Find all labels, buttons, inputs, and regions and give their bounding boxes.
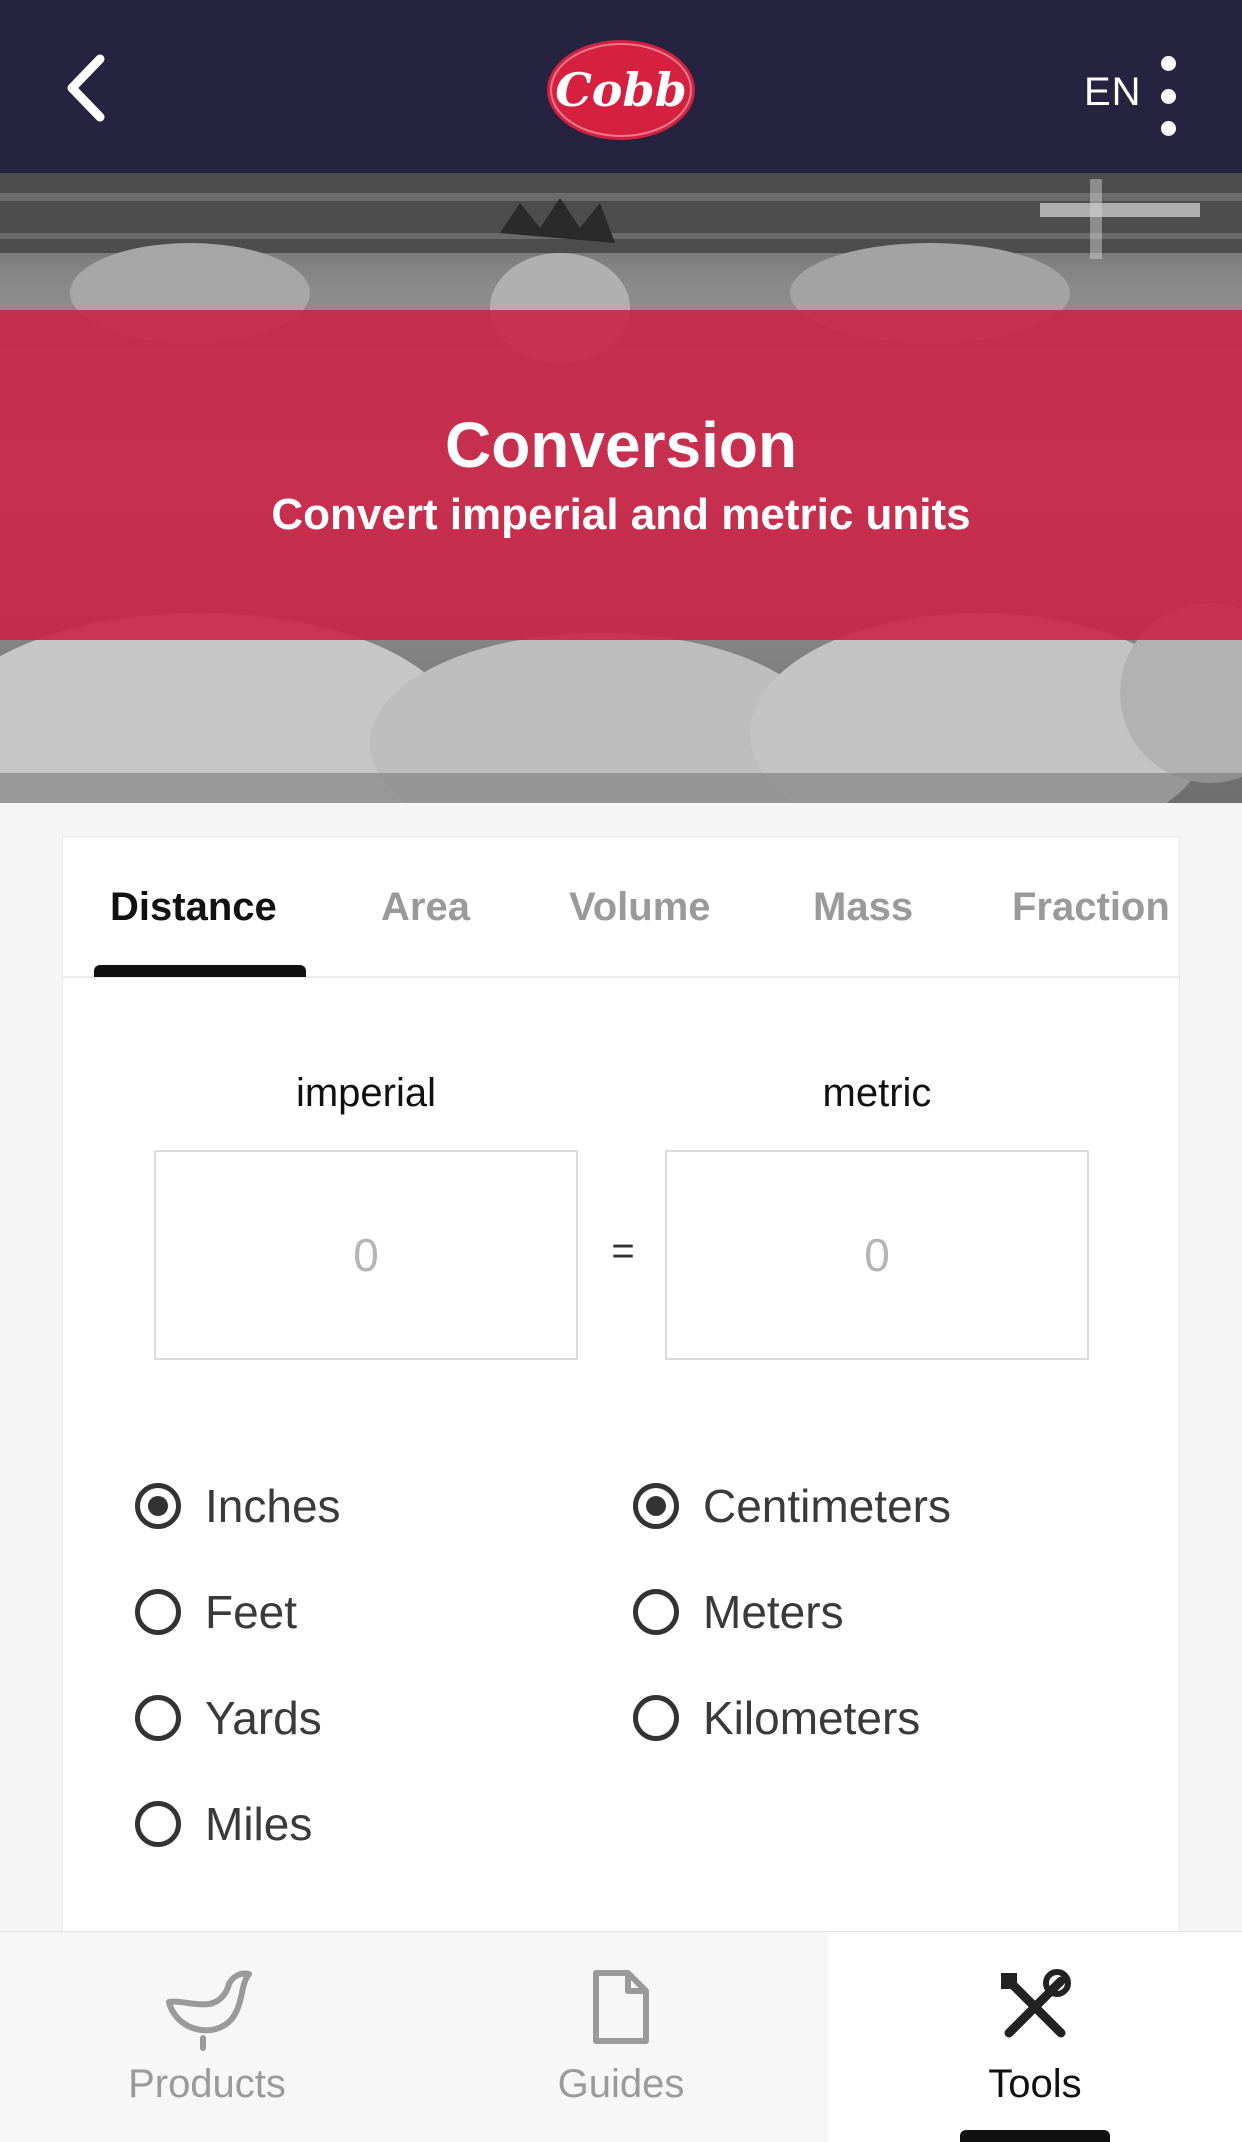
radio-yards[interactable]: Yards bbox=[135, 1691, 322, 1745]
radio-miles[interactable]: Miles bbox=[135, 1797, 312, 1851]
back-button[interactable] bbox=[50, 48, 120, 128]
radio-label: Meters bbox=[703, 1586, 844, 1638]
nav-guides[interactable]: Guides bbox=[414, 1932, 828, 2142]
page-title: Conversion bbox=[444, 408, 798, 481]
imperial-input[interactable] bbox=[154, 1150, 578, 1360]
tab-mass[interactable]: Mass bbox=[813, 885, 913, 930]
cobb-logo: Cobb bbox=[545, 38, 698, 143]
metric-input[interactable] bbox=[665, 1150, 1089, 1360]
svg-text:Cobb: Cobb bbox=[555, 63, 687, 117]
radio-label: Kilometers bbox=[703, 1692, 921, 1744]
radio-selected-icon bbox=[135, 1483, 181, 1529]
equals-sign: = bbox=[611, 1229, 635, 1273]
radio-label: Yards bbox=[205, 1692, 322, 1744]
nav-products[interactable]: Products bbox=[0, 1932, 414, 2142]
radio-unselected-icon bbox=[135, 1589, 181, 1635]
chevron-left-icon bbox=[67, 54, 105, 122]
radio-label: Miles bbox=[205, 1798, 313, 1850]
nav-label: Products bbox=[128, 2062, 286, 2106]
nav-label: Tools bbox=[988, 2062, 1082, 2106]
tools-icon bbox=[985, 1962, 1085, 2052]
radio-feet[interactable]: Feet bbox=[135, 1585, 297, 1639]
home-indicator bbox=[960, 2130, 1110, 2142]
hero-title-band: Conversion Convert imperial and metric u… bbox=[0, 310, 1242, 640]
tab-area[interactable]: Area bbox=[381, 885, 470, 930]
radio-label: Feet bbox=[205, 1586, 298, 1638]
metric-label: metric bbox=[822, 1071, 932, 1115]
unit-type-tabs: Distance Area Volume Mass Fraction bbox=[63, 837, 1179, 978]
nav-tools[interactable]: Tools bbox=[828, 1932, 1242, 2142]
hero-banner: Conversion Convert imperial and metric u… bbox=[0, 173, 1242, 803]
converter-card: Distance Area Volume Mass Fraction imper… bbox=[62, 836, 1180, 1936]
tab-fraction[interactable]: Fraction bbox=[1012, 885, 1170, 930]
radio-selected-icon bbox=[633, 1483, 679, 1529]
radio-label: Centimeters bbox=[703, 1480, 951, 1532]
nav-label: Guides bbox=[557, 2062, 685, 2106]
document-icon bbox=[571, 1962, 671, 2052]
radio-kilometers[interactable]: Kilometers bbox=[633, 1691, 920, 1745]
radio-meters[interactable]: Meters bbox=[633, 1585, 844, 1639]
radio-centimeters[interactable]: Centimeters bbox=[633, 1479, 951, 1533]
page-subtitle: Convert imperial and metric units bbox=[271, 490, 971, 540]
app-header: Cobb EN bbox=[0, 0, 1242, 173]
radio-unselected-icon bbox=[135, 1801, 181, 1847]
radio-unselected-icon bbox=[633, 1589, 679, 1635]
kebab-menu-icon[interactable] bbox=[1148, 56, 1188, 136]
radio-unselected-icon bbox=[633, 1695, 679, 1741]
language-selector[interactable]: EN bbox=[1084, 70, 1142, 115]
bottom-navigation: Products Guides Tools bbox=[0, 1931, 1242, 2142]
tab-volume[interactable]: Volume bbox=[569, 885, 711, 930]
radio-inches[interactable]: Inches bbox=[135, 1479, 341, 1533]
radio-label: Inches bbox=[205, 1480, 341, 1532]
radio-unselected-icon bbox=[135, 1695, 181, 1741]
active-tab-indicator bbox=[94, 965, 306, 977]
tab-distance[interactable]: Distance bbox=[110, 885, 277, 930]
imperial-label: imperial bbox=[295, 1071, 437, 1115]
chicken-icon bbox=[157, 1962, 257, 2052]
